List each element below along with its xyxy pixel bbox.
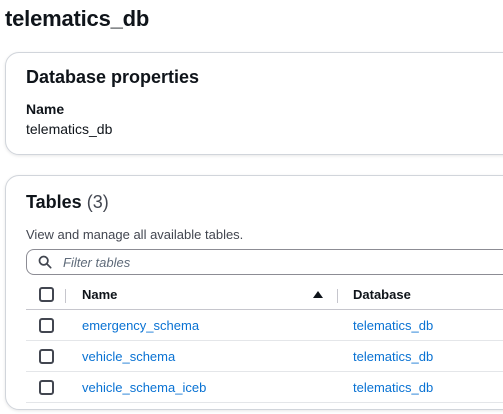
select-all-checkbox[interactable] [39,287,54,302]
tables-panel: Tables (3) View and manage all available… [5,175,503,410]
row-checkbox[interactable] [39,318,54,333]
table-name-link[interactable]: vehicle_schema [82,349,175,364]
tables-count: (3) [86,192,109,212]
column-header-name[interactable]: Name [82,287,117,302]
table-row: vehicle_schema telematics_db [26,341,503,372]
database-detail-page: telematics_db Database properties Name t… [0,0,503,414]
tables-heading: Tables (3) [26,192,109,213]
filter-tables-search[interactable] [26,249,503,275]
table-row: emergency_schema telematics_db [26,310,503,341]
tables-description: View and manage all available tables. [26,227,244,242]
column-divider [65,289,66,303]
database-link[interactable]: telematics_db [353,349,433,364]
page-title: telematics_db [5,6,150,31]
properties-heading: Database properties [26,67,200,87]
row-checkbox[interactable] [39,380,54,395]
sort-ascending-icon[interactable] [313,291,323,298]
column-header-database[interactable]: Database [353,287,411,302]
name-label: Name [26,101,65,117]
database-link[interactable]: telematics_db [353,318,433,333]
tables-table: Name Database emergency_schema telematic… [26,280,503,403]
database-properties-panel: Database properties Name telematics_db [5,52,503,155]
search-icon [38,255,52,269]
tables-heading-label: Tables [26,192,82,212]
table-name-link[interactable]: emergency_schema [82,318,199,333]
database-link[interactable]: telematics_db [353,380,433,395]
table-name-link[interactable]: vehicle_schema_iceb [82,380,206,395]
table-header-row: Name Database [26,280,503,310]
row-checkbox[interactable] [39,349,54,364]
column-divider [337,289,338,303]
filter-tables-input[interactable] [63,254,463,270]
table-row: vehicle_schema_iceb telematics_db [26,372,503,403]
name-value: telematics_db [26,121,113,137]
